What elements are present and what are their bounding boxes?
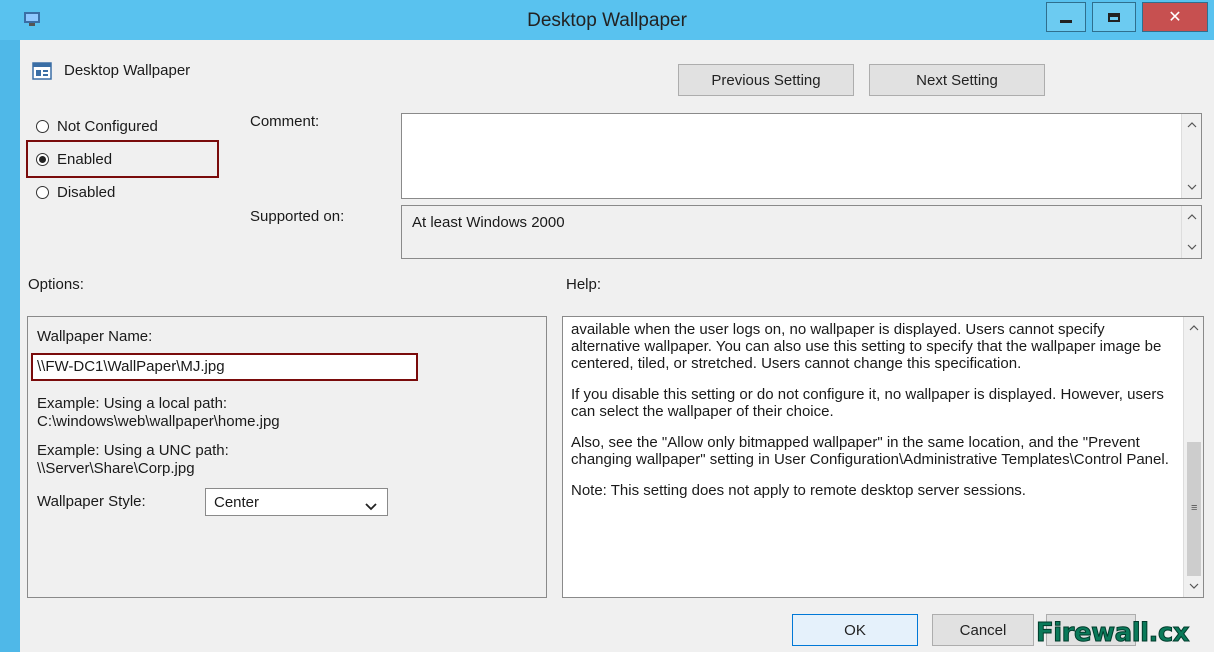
minimize-button[interactable] bbox=[1046, 2, 1086, 32]
policy-setting-icon bbox=[32, 62, 52, 80]
scroll-down-icon[interactable] bbox=[1182, 176, 1202, 198]
comment-textarea[interactable] bbox=[401, 113, 1202, 199]
help-paragraph: available when the user logs on, no wall… bbox=[571, 321, 1162, 372]
comment-label: Comment: bbox=[250, 113, 320, 130]
grip-icon: ≡ bbox=[1191, 502, 1198, 514]
minimize-icon bbox=[1060, 19, 1072, 23]
wallpaper-name-input[interactable]: \\FW-DC1\WallPaper\MJ.jpg bbox=[31, 353, 418, 381]
help-panel: available when the user logs on, no wall… bbox=[562, 316, 1204, 598]
firewall-cx-watermark: Firewall.cx bbox=[1035, 618, 1190, 649]
supported-on-label: Supported on: bbox=[250, 208, 345, 225]
next-setting-button[interactable]: Next Setting bbox=[869, 64, 1045, 96]
cancel-button[interactable]: Cancel bbox=[932, 614, 1034, 646]
radio-circle bbox=[36, 120, 49, 133]
previous-setting-button[interactable]: Previous Setting bbox=[678, 64, 854, 96]
options-heading: Options: bbox=[28, 276, 84, 293]
wallpaper-style-label: Wallpaper Style: bbox=[37, 493, 146, 510]
example-unc-value: \\Server\Share\Corp.jpg bbox=[37, 460, 195, 477]
example-local-label: Example: Using a local path: bbox=[37, 395, 228, 412]
radio-circle-checked bbox=[36, 153, 49, 166]
help-paragraph: If you disable this setting or do not co… bbox=[571, 386, 1164, 420]
scroll-up-icon[interactable] bbox=[1184, 317, 1204, 339]
scroll-up-icon[interactable] bbox=[1182, 206, 1202, 228]
maximize-button[interactable] bbox=[1092, 2, 1136, 32]
help-paragraph: Also, see the "Allow only bitmapped wall… bbox=[571, 434, 1169, 468]
scroll-down-icon[interactable] bbox=[1184, 575, 1204, 597]
close-icon: ✕ bbox=[1168, 9, 1182, 26]
radio-enabled[interactable]: Enabled bbox=[36, 151, 112, 168]
policy-name: Desktop Wallpaper bbox=[64, 62, 191, 79]
help-paragraph: Note: This setting does not apply to rem… bbox=[571, 482, 1026, 499]
help-scrollbar[interactable]: ≡ bbox=[1183, 317, 1203, 597]
ok-button[interactable]: OK bbox=[792, 614, 918, 646]
supported-scrollbar[interactable] bbox=[1181, 206, 1201, 258]
close-button[interactable]: ✕ bbox=[1142, 2, 1208, 32]
wallpaper-name-value: \\FW-DC1\WallPaper\MJ.jpg bbox=[37, 358, 225, 375]
comment-scrollbar[interactable] bbox=[1181, 114, 1201, 198]
supported-on-field: At least Windows 2000 bbox=[401, 205, 1202, 259]
example-local-value: C:\windows\web\wallpaper\home.jpg bbox=[37, 413, 280, 430]
radio-label: Not Configured bbox=[57, 118, 158, 135]
radio-not-configured[interactable]: Not Configured bbox=[36, 118, 158, 135]
maximize-icon bbox=[1108, 12, 1120, 22]
help-text: available when the user logs on, no wall… bbox=[571, 321, 1175, 513]
radio-label: Disabled bbox=[57, 184, 116, 201]
scroll-down-icon[interactable] bbox=[1182, 236, 1202, 258]
help-scroll-thumb[interactable]: ≡ bbox=[1187, 442, 1201, 576]
window-title: Desktop Wallpaper bbox=[527, 10, 687, 31]
supported-on-value: At least Windows 2000 bbox=[412, 214, 565, 231]
chevron-down-icon bbox=[365, 498, 377, 515]
wallpaper-style-dropdown[interactable]: Center bbox=[205, 488, 388, 516]
help-heading: Help: bbox=[566, 276, 602, 293]
wallpaper-name-label: Wallpaper Name: bbox=[37, 328, 153, 345]
radio-disabled[interactable]: Disabled bbox=[36, 184, 115, 201]
wallpaper-style-value: Center bbox=[214, 494, 260, 511]
radio-circle bbox=[36, 186, 49, 199]
scroll-up-icon[interactable] bbox=[1182, 114, 1202, 136]
example-unc-label: Example: Using a UNC path: bbox=[37, 442, 229, 459]
radio-label: Enabled bbox=[57, 151, 113, 168]
